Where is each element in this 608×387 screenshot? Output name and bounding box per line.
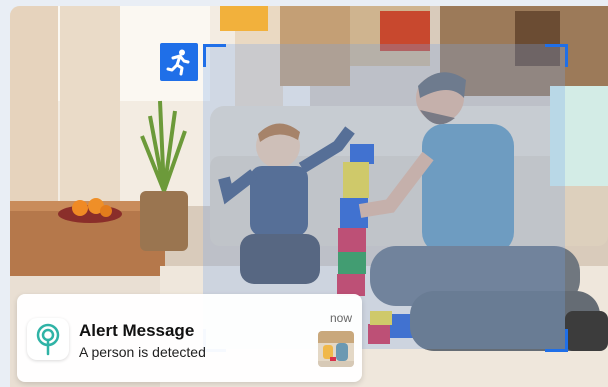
location-pin-icon bbox=[36, 323, 60, 356]
alert-thumbnail[interactable] bbox=[318, 331, 354, 367]
alert-timestamp: now bbox=[329, 311, 352, 325]
motion-detection-badge bbox=[160, 43, 198, 81]
detection-corner-top-right bbox=[545, 44, 568, 67]
snapshot-thumbnail-image bbox=[318, 331, 354, 367]
alert-title: Alert Message bbox=[79, 321, 195, 340]
detection-corner-bottom-right bbox=[545, 329, 568, 352]
person-running-icon bbox=[166, 49, 190, 76]
alert-notification[interactable]: Alert Message A person is detected now bbox=[17, 294, 362, 382]
alert-message: A person is detected bbox=[79, 344, 206, 360]
app-icon bbox=[27, 318, 69, 360]
detection-corner-top-left bbox=[203, 44, 226, 67]
